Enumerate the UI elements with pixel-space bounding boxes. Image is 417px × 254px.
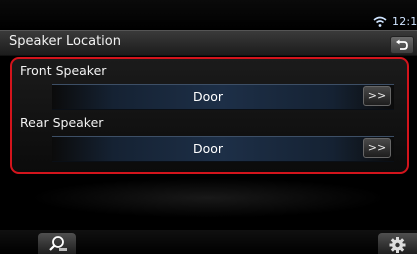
clock: 12:11 xyxy=(392,15,417,28)
front-speaker-label: Front Speaker xyxy=(20,63,107,78)
return-arrow-icon xyxy=(396,39,408,50)
search-button[interactable] xyxy=(38,233,76,254)
background-glow xyxy=(30,178,387,218)
front-speaker-value: Door xyxy=(193,89,224,104)
search-icon xyxy=(49,236,67,251)
wifi-icon xyxy=(373,16,387,27)
status-bar xyxy=(0,0,417,30)
rear-speaker-select-button[interactable]: >> xyxy=(363,138,391,158)
front-speaker-select-button[interactable]: >> xyxy=(363,86,391,106)
gear-icon xyxy=(389,237,406,253)
rear-speaker-value: Door xyxy=(193,141,224,156)
rear-speaker-label: Rear Speaker xyxy=(20,115,104,130)
page-title: Speaker Location xyxy=(9,34,121,49)
back-button[interactable] xyxy=(390,36,414,54)
settings-button[interactable] xyxy=(378,233,417,254)
